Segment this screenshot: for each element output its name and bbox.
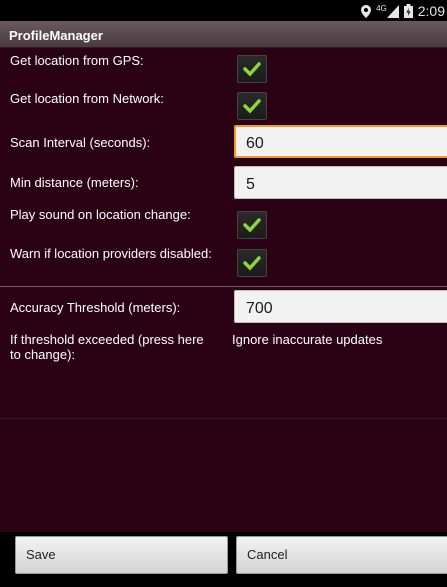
network-checkbox[interactable] (237, 92, 267, 120)
play-sound-label: Play sound on location change: (10, 207, 191, 222)
threshold-action-label[interactable]: If threshold exceeded (press here to cha… (10, 332, 210, 362)
min-distance-label: Min distance (meters): (10, 175, 139, 190)
signal-icon (386, 4, 399, 18)
threshold-action-value[interactable]: Ignore inaccurate updates (232, 332, 382, 347)
app-title: ProfileManager (9, 28, 103, 43)
status-icons: 4G 2:09 (361, 1, 445, 21)
status-bar: 4G 2:09 (0, 0, 447, 21)
location-icon (361, 4, 372, 18)
network-label: Get location from Network: (10, 91, 164, 106)
battery-icon (403, 4, 413, 18)
gps-label: Get location from GPS: (10, 53, 144, 68)
clock: 2:09 (417, 3, 445, 19)
section-divider (0, 286, 447, 287)
accuracy-label: Accuracy Threshold (meters): (10, 300, 181, 315)
scan-interval-label: Scan Interval (seconds): (10, 135, 151, 150)
warn-checkbox[interactable] (237, 249, 267, 277)
warn-label: Warn if location providers disabled: (10, 246, 212, 261)
play-sound-checkbox[interactable] (237, 211, 267, 239)
accuracy-input[interactable]: 700 (234, 290, 447, 323)
check-icon (243, 62, 261, 77)
check-icon (243, 256, 261, 271)
app-title-bar: ProfileManager (0, 21, 447, 48)
save-button[interactable]: Save (15, 536, 228, 574)
gps-checkbox[interactable] (237, 55, 267, 83)
list-divider (0, 418, 447, 419)
check-icon (243, 99, 261, 114)
cancel-button[interactable]: Cancel (236, 536, 447, 574)
min-distance-input[interactable]: 5 (234, 166, 447, 199)
network-type-label: 4G (376, 3, 387, 13)
check-icon (243, 218, 261, 233)
scan-interval-input[interactable]: 60 (234, 125, 447, 158)
